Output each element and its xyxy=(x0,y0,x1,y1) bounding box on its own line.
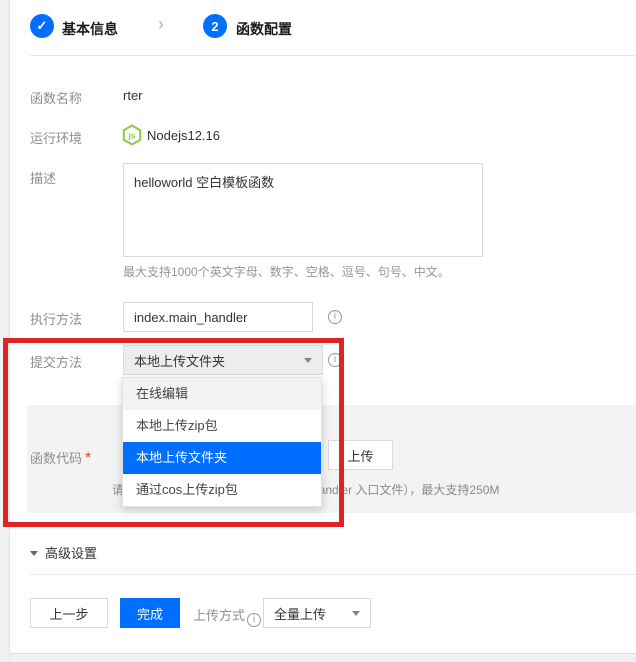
footer-divider xyxy=(30,574,636,575)
upload-mode-label: 上传方式 xyxy=(193,608,245,623)
upload-mode-select[interactable]: 全量上传 xyxy=(263,598,371,628)
upload-mode-label-group: 上传方式i xyxy=(193,605,261,627)
chevron-down-icon xyxy=(304,358,312,363)
step1-label: 基本信息 xyxy=(62,19,118,39)
finish-button[interactable]: 完成 xyxy=(120,598,180,628)
execution-method-label: 执行方法 xyxy=(30,309,82,328)
triangle-down-icon xyxy=(30,551,38,556)
nodejs-icon-text: js xyxy=(128,132,136,141)
description-helper: 最大支持1000个英文字母、数字、空格、逗号、句号、中文。 xyxy=(123,263,450,280)
step2-badge: 2 xyxy=(203,14,227,38)
submit-method-info-icon[interactable]: i xyxy=(328,353,342,367)
dropdown-option-cos-zip[interactable]: 通过cos上传zip包 xyxy=(123,474,321,506)
page-bottom-gutter xyxy=(10,653,636,662)
header-divider xyxy=(30,55,636,56)
chevron-right-icon: › xyxy=(158,14,164,35)
chevron-down-icon xyxy=(352,611,360,616)
function-name-label: 函数名称 xyxy=(30,88,82,107)
required-asterisk: * xyxy=(85,450,91,467)
function-config-page: ✓ 基本信息 › 2 函数配置 函数名称 rter 运行环境 js Nodejs… xyxy=(0,0,636,662)
execution-method-info-icon[interactable]: i xyxy=(328,310,342,324)
nodejs-icon: js xyxy=(122,124,142,146)
previous-step-button[interactable]: 上一步 xyxy=(30,598,108,628)
dropdown-option-local-folder[interactable]: 本地上传文件夹 xyxy=(123,442,321,474)
submit-method-selected-value: 本地上传文件夹 xyxy=(134,351,225,370)
page-left-gutter xyxy=(0,0,10,662)
upload-mode-selected-value: 全量上传 xyxy=(274,604,326,623)
runtime-label: 运行环境 xyxy=(30,128,82,147)
submit-method-dropdown: 在线编辑 本地上传zip包 本地上传文件夹 通过cos上传zip包 xyxy=(122,377,322,507)
step2-number: 2 xyxy=(211,19,218,34)
execution-method-input[interactable] xyxy=(123,302,313,332)
description-textarea[interactable]: helloworld 空白模板函数 xyxy=(123,163,483,257)
upload-mode-info-icon[interactable]: i xyxy=(247,613,261,627)
submit-method-label: 提交方法 xyxy=(30,352,82,371)
dropdown-option-local-zip[interactable]: 本地上传zip包 xyxy=(123,410,321,442)
step1-done-icon: ✓ xyxy=(30,14,54,38)
description-label: 描述 xyxy=(30,168,56,187)
submit-method-select[interactable]: 本地上传文件夹 xyxy=(123,345,323,375)
dropdown-option-online-edit[interactable]: 在线编辑 xyxy=(123,378,321,410)
function-name-value: rter xyxy=(123,88,143,103)
step2-label: 函数配置 xyxy=(236,19,292,39)
check-icon: ✓ xyxy=(37,18,48,34)
advanced-settings-toggle[interactable]: 高级设置 xyxy=(30,543,97,563)
runtime-value: Nodejs12.16 xyxy=(147,128,220,143)
function-code-label: 函数代码* xyxy=(30,448,91,468)
upload-button[interactable]: 上传 xyxy=(328,440,393,470)
